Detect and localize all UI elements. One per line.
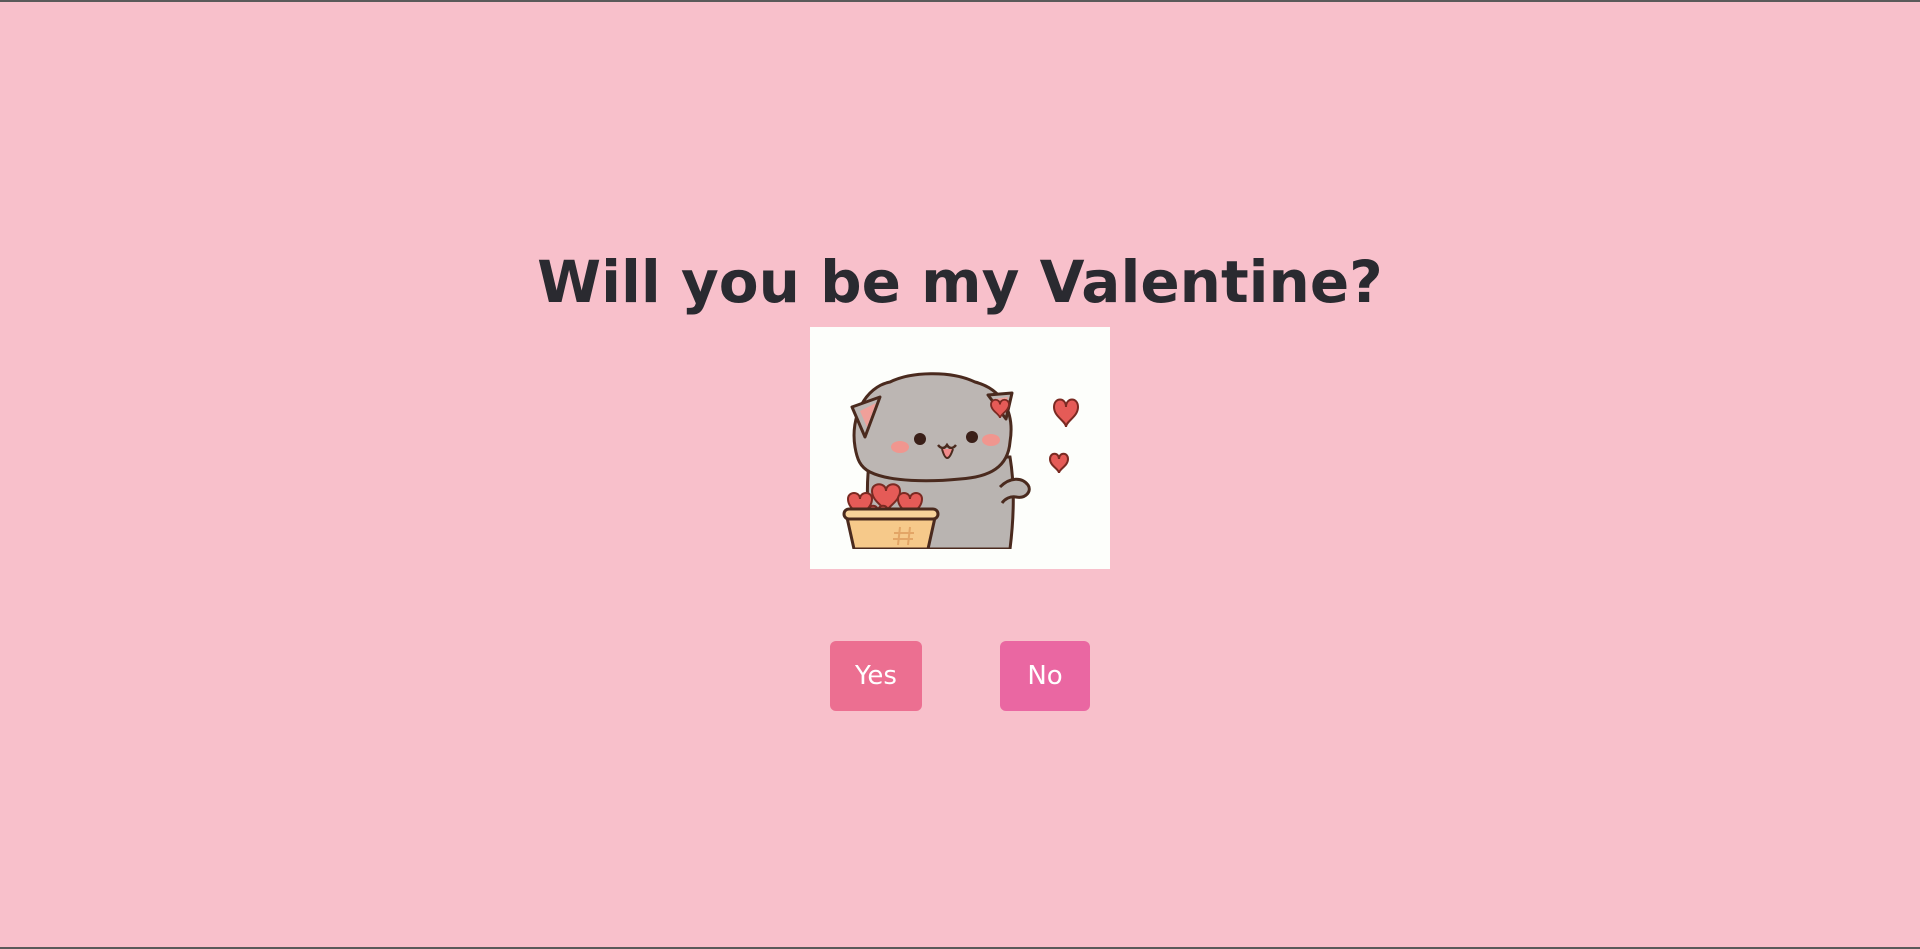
valentine-page: Will you be my Valentine? Yes No — [0, 2, 1920, 947]
yes-button[interactable]: Yes — [830, 641, 922, 711]
page-title: Will you be my Valentine? — [537, 248, 1383, 316]
cat-with-hearts-image — [810, 327, 1110, 569]
no-button[interactable]: No — [1000, 641, 1090, 711]
cat-illustration — [810, 372, 1110, 569]
